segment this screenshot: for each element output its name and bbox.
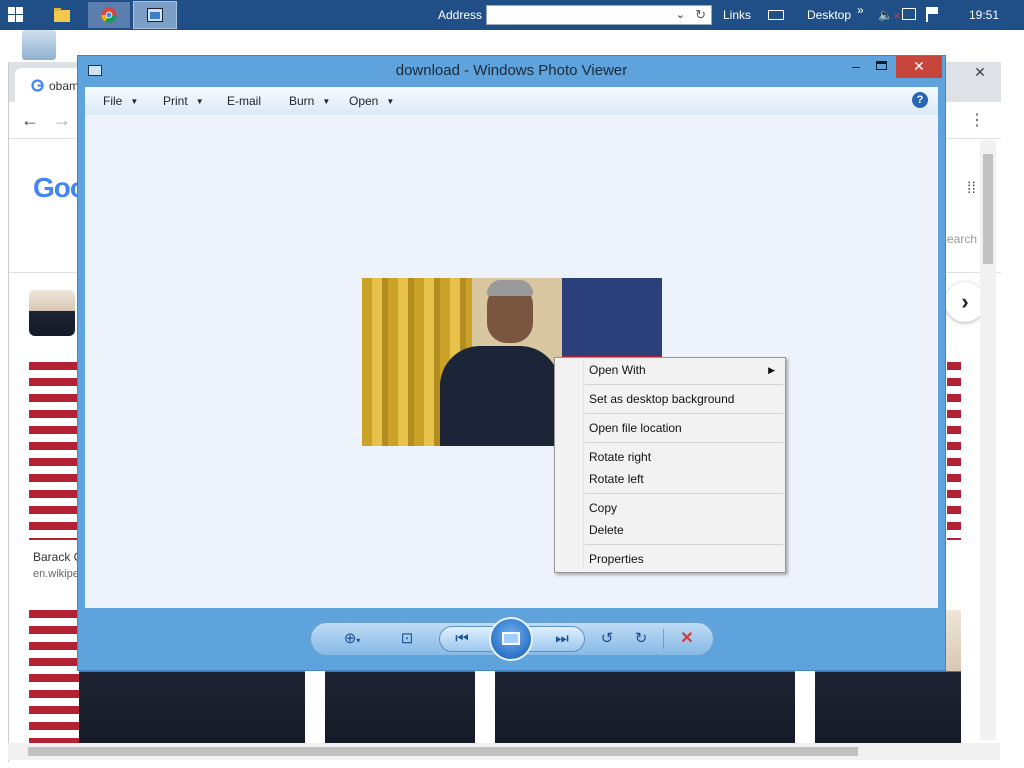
menu-item-open-with[interactable]: Open With ▶ <box>555 359 785 381</box>
result-image[interactable] <box>29 362 77 540</box>
help-icon[interactable]: ? <box>912 92 928 108</box>
recycle-bin-icon[interactable] <box>22 30 56 60</box>
clock[interactable]: 19:51 <box>969 8 999 22</box>
bottom-image-1[interactable] <box>29 610 79 745</box>
photo-viewer-icon <box>147 8 163 22</box>
taskbar-explorer-button[interactable] <box>40 2 84 28</box>
close-button[interactable]: ✕ <box>896 56 942 78</box>
desktop-toolbar-label[interactable]: Desktop <box>807 8 851 22</box>
folder-icon <box>54 8 70 22</box>
chevron-down-icon: ▼ <box>322 97 331 107</box>
menu-bar: File ▼ Print ▼ E-mail Burn ▼ Open ▼ ? <box>85 87 938 116</box>
slideshow-icon <box>502 632 520 645</box>
network-icon[interactable] <box>902 8 916 20</box>
image-canvas[interactable] <box>85 115 938 608</box>
address-label: Address <box>438 8 483 22</box>
previous-button[interactable]: ⏮ <box>452 630 472 648</box>
delete-icon[interactable]: ✕ <box>677 630 697 648</box>
rotate-right-icon[interactable]: ↻ <box>631 630 651 648</box>
chrome-icon <box>101 7 117 23</box>
horizontal-scroll-thumb[interactable] <box>28 747 858 756</box>
menu-item-properties[interactable]: Properties <box>555 548 785 570</box>
keyboard-icon[interactable] <box>768 10 784 20</box>
close-icon: ✕ <box>913 58 925 74</box>
chevron-down-icon[interactable]: ⌄ <box>676 8 685 21</box>
menu-item-rotate-right[interactable]: Rotate right <box>555 446 785 468</box>
taskbar-photoviewer-button[interactable] <box>133 1 177 29</box>
volume-muted-icon[interactable]: 🔈✕ <box>878 8 901 22</box>
playback-control-bar: ⊕▾ ⊡ ⏮ ⏭ ↺ ↻ ✕ <box>310 617 714 661</box>
address-input[interactable]: ⌄ ↻ <box>486 5 712 25</box>
links-toolbar-label[interactable]: Links <box>723 8 751 22</box>
menu-print[interactable]: Print ▼ <box>163 94 204 108</box>
result-caption[interactable]: Barack O <box>33 550 83 564</box>
maximize-button[interactable] <box>868 56 896 78</box>
result-image-right[interactable] <box>947 362 961 540</box>
menu-item-delete[interactable]: Delete <box>555 519 785 541</box>
browser-tab-title: obam <box>49 79 80 93</box>
chevron-down-icon: ▼ <box>195 97 204 107</box>
back-arrow-icon[interactable]: ← <box>21 110 39 131</box>
browser-menu-icon[interactable]: ⋮ <box>969 110 985 130</box>
refresh-icon[interactable]: ↻ <box>695 7 706 23</box>
windows-start-icon[interactable] <box>8 7 24 23</box>
horizontal-scrollbar[interactable] <box>8 743 1000 760</box>
forward-arrow-icon[interactable]: → <box>53 110 71 131</box>
carousel-next-button[interactable]: › <box>945 282 985 322</box>
slideshow-button[interactable] <box>489 617 533 661</box>
context-menu: Open With ▶ Set as desktop background Ope… <box>554 357 786 573</box>
maximize-icon <box>876 61 887 70</box>
photo-viewer-window: download - Windows Photo Viewer – ✕ File… <box>77 55 946 671</box>
vertical-scroll-thumb[interactable] <box>983 154 993 264</box>
window-title: download - Windows Photo Viewer <box>395 62 628 79</box>
actual-size-icon[interactable]: ⊡ <box>397 630 417 648</box>
apps-grid-icon[interactable]: ⁞⁞ <box>967 180 976 198</box>
action-center-flag-icon[interactable] <box>926 7 938 22</box>
google-favicon-icon <box>31 79 44 92</box>
menu-open[interactable]: Open ▼ <box>349 94 394 108</box>
menu-item-open-location[interactable]: Open file location <box>555 417 785 439</box>
toolbar-overflow-icon[interactable]: » <box>857 3 864 17</box>
menu-burn[interactable]: Burn ▼ <box>289 94 330 108</box>
browser-close-icon[interactable]: ✕ <box>963 64 997 84</box>
thumbnail-small[interactable] <box>29 290 75 336</box>
chevron-down-icon: ▼ <box>130 97 139 107</box>
minimize-button[interactable]: – <box>842 56 870 78</box>
menu-item-rotate-left[interactable]: Rotate left <box>555 468 785 490</box>
vertical-scrollbar[interactable] <box>980 140 996 740</box>
taskbar: Address ⌄ ↻ Links Desktop » 🔈✕ 19:51 <box>0 0 1024 30</box>
next-button[interactable]: ⏭ <box>552 630 572 648</box>
chevron-down-icon: ▼ <box>386 97 395 107</box>
submenu-arrow-icon: ▶ <box>768 365 775 375</box>
menu-item-set-background[interactable]: Set as desktop background <box>555 388 785 410</box>
result-source: en.wikipe <box>33 568 79 580</box>
separator <box>663 629 664 649</box>
rotate-left-icon[interactable]: ↺ <box>597 630 617 648</box>
menu-email[interactable]: E-mail <box>227 94 261 108</box>
menu-file[interactable]: File ▼ <box>103 94 138 108</box>
zoom-icon[interactable]: ⊕▾ <box>337 630 367 648</box>
taskbar-chrome-button[interactable] <box>88 2 130 28</box>
menu-item-copy[interactable]: Copy <box>555 497 785 519</box>
